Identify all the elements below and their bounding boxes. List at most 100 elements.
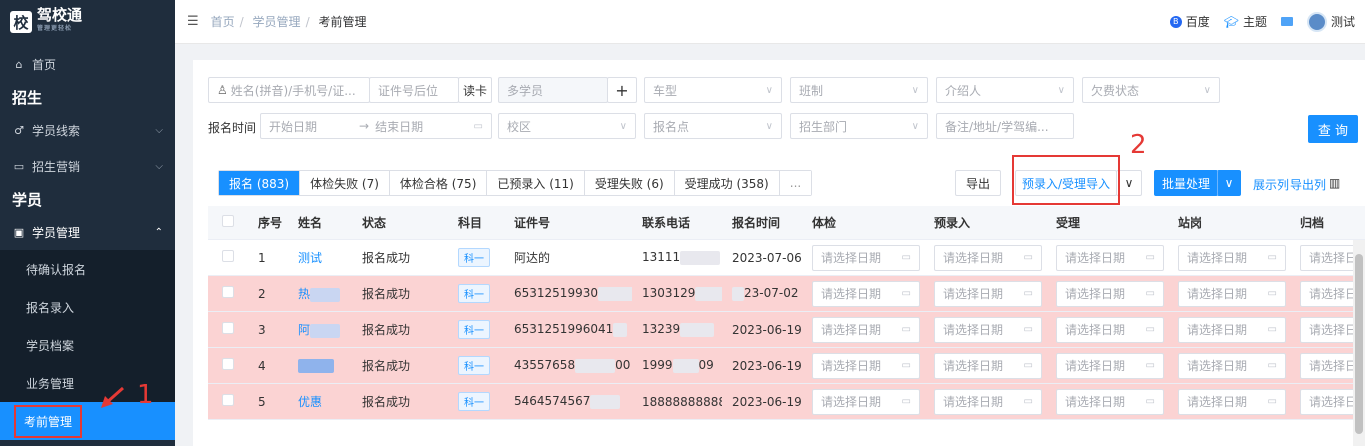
sidebar-sub-pending[interactable]: 待确认报名 — [0, 250, 175, 288]
sidebar-item-leads[interactable]: ♂ 学员线索 ⌵ — [0, 112, 175, 148]
pre-entry-date-picker[interactable]: 请选择日期 ▭ — [934, 280, 1042, 307]
screen-icon — [1280, 17, 1293, 26]
pre-entry-date-picker[interactable]: 请选择日期 ▭ — [934, 388, 1042, 415]
baidu-link[interactable]: B 百度 — [1169, 13, 1210, 30]
tab-pre-entered[interactable]: 已预录入 (11) — [487, 171, 585, 195]
student-name-link[interactable]: 热 — [288, 285, 352, 302]
col-header: 联系电话 — [642, 216, 691, 230]
menu-toggle-icon[interactable]: ☰ — [187, 14, 199, 29]
pre-entry-date-picker[interactable]: 请选择日期 ▭ — [934, 244, 1042, 271]
trash-icon: ▭ — [13, 159, 25, 173]
name-search-input[interactable]: ♙ 姓名(拼音)/手机号/证... — [208, 77, 370, 103]
sidebar-item-home[interactable]: ⌂ 首页 — [0, 46, 175, 82]
multi-student-input[interactable]: 多学员 — [498, 77, 608, 103]
sidebar-item-student-mgmt[interactable]: ▣ 学员管理 ⌃ — [0, 214, 175, 250]
pre-entry-date-picker[interactable]: 请选择日期 ▭ — [934, 316, 1042, 343]
referrer-select[interactable]: 介绍人 ∨ — [936, 77, 1074, 103]
remark-input[interactable]: 备注/地址/学驾编... — [936, 113, 1074, 139]
pre-entry-date-picker[interactable]: 请选择日期 ▭ — [934, 352, 1042, 379]
accept-date-picker[interactable]: 请选择日期 ▭ — [1056, 280, 1164, 307]
post-date-picker[interactable]: 请选择日期 ▭ — [1178, 316, 1286, 343]
tab-signup[interactable]: 报名 (883) — [219, 171, 301, 195]
archive-date-picker[interactable]: 请选择日期 — [1300, 388, 1365, 415]
physical-date-picker[interactable]: 请选择日期 ▭ — [812, 244, 920, 271]
post-date-picker[interactable]: 请选择日期 ▭ — [1178, 244, 1286, 271]
table-row[interactable]: 2 热 报名成功 科一 65312519930 1303129 23-07-02… — [208, 276, 1365, 312]
calendar-icon: ▭ — [1267, 252, 1277, 263]
export-button[interactable]: 导出 — [955, 170, 1001, 196]
post-date-picker[interactable]: 请选择日期 ▭ — [1178, 388, 1286, 415]
fullscreen-button[interactable] — [1280, 17, 1293, 26]
sidebar-sub-archive[interactable]: 学员档案 — [0, 326, 175, 364]
signup-date-range[interactable]: 开始日期 → 结束日期 ▭ — [260, 113, 492, 139]
physical-date-picker[interactable]: 请选择日期 ▭ — [812, 388, 920, 415]
export-columns-link[interactable]: 导出列 — [1290, 176, 1326, 193]
batch-dropdown[interactable]: ∨ — [1217, 170, 1241, 196]
query-button[interactable]: 查 询 — [1308, 115, 1358, 143]
chevron-down-icon: ∨ — [1124, 176, 1134, 190]
sidebar-sub-entry[interactable]: 报名录入 — [0, 288, 175, 326]
logo-badge: 校 — [10, 11, 32, 33]
arrears-select[interactable]: 欠费状态 ∨ — [1082, 77, 1220, 103]
accept-date-picker[interactable]: 请选择日期 ▭ — [1056, 244, 1164, 271]
chevron-down-icon: ∨ — [765, 120, 773, 132]
student-name-link[interactable]: 阿 — [288, 321, 352, 338]
car-type-select[interactable]: 车型 ∨ — [644, 77, 782, 103]
signup-point-select[interactable]: 报名点 ∨ — [644, 113, 782, 139]
post-date-picker[interactable]: 请选择日期 ▭ — [1178, 280, 1286, 307]
table-row[interactable]: 4 报名成功 科一 43557658 00 1999 09 2023-06-19 请… — [208, 348, 1365, 384]
breadcrumb-home[interactable]: 首页 — [211, 15, 235, 29]
archive-date-picker[interactable]: 请选择日期 — [1300, 316, 1365, 343]
row-checkbox[interactable] — [222, 250, 234, 262]
select-all-checkbox[interactable] — [222, 215, 234, 227]
col-header: 报名时间 — [732, 216, 781, 230]
tab-accept-failed[interactable]: 受理失败 (6) — [584, 171, 675, 195]
dept-select[interactable]: 招生部门 ∨ — [790, 113, 928, 139]
post-date-picker[interactable]: 请选择日期 ▭ — [1178, 352, 1286, 379]
user-menu[interactable]: 测试 — [1306, 11, 1355, 32]
table-row[interactable]: 3 阿 报名成功 科一 6531251996041 13239 2023-06-… — [208, 312, 1365, 348]
table-row[interactable]: 5 优惠 报名成功 科一 5464574567 18888888888 2023… — [208, 384, 1365, 420]
table-scrollbar[interactable] — [1353, 240, 1365, 446]
col-header: 证件号 — [514, 216, 551, 230]
tab-accept-success[interactable]: 受理成功 (358) — [674, 171, 780, 195]
physical-date-picker[interactable]: 请选择日期 ▭ — [812, 352, 920, 379]
accept-date-picker[interactable]: 请选择日期 ▭ — [1056, 352, 1164, 379]
batch-button[interactable]: 批量处理 — [1154, 170, 1218, 196]
breadcrumb-student-mgmt[interactable]: 学员管理 — [253, 15, 301, 29]
row-checkbox[interactable] — [222, 286, 234, 298]
theme-button[interactable]: 🎓︎ 主题 — [1224, 13, 1267, 30]
student-name-link[interactable] — [288, 358, 352, 373]
physical-date-picker[interactable]: 请选择日期 ▭ — [812, 316, 920, 343]
accept-date-picker[interactable]: 请选择日期 ▭ — [1056, 388, 1164, 415]
archive-date-picker[interactable]: 请选择日期 — [1300, 244, 1365, 271]
tab-physical-passed[interactable]: 体检合格 (75) — [389, 171, 488, 195]
physical-date-picker[interactable]: 请选择日期 ▭ — [812, 280, 920, 307]
row-checkbox[interactable] — [222, 394, 234, 406]
accept-date-picker[interactable]: 请选择日期 ▭ — [1056, 316, 1164, 343]
annotation-number-1: 1 — [137, 380, 154, 410]
tab-more[interactable]: ... — [779, 171, 812, 195]
calendar-icon: ▭ — [1267, 396, 1277, 407]
table-row[interactable]: 1 测试 报名成功 科一 阿达的 13111 2023-07-06 请选择日期 ▭… — [208, 240, 1365, 276]
class-system-select[interactable]: 班制 ∨ — [790, 77, 928, 103]
read-card-button[interactable]: 读卡 — [458, 77, 492, 103]
student-name-link[interactable]: 测试 — [288, 249, 352, 266]
student-name-link[interactable]: 优惠 — [288, 393, 352, 410]
row-checkbox[interactable] — [222, 358, 234, 370]
show-columns-link[interactable]: 展示列 — [1253, 176, 1289, 193]
calendar-icon: ▭ — [1023, 324, 1033, 335]
chart-icon[interactable]: ▥ — [1329, 176, 1340, 190]
id-tail-input[interactable]: 证件号后位 — [369, 77, 459, 103]
tab-physical-failed[interactable]: 体检失败 (7) — [300, 171, 390, 195]
archive-date-picker[interactable]: 请选择日期 — [1300, 280, 1365, 307]
home-icon: ⌂ — [15, 57, 23, 71]
sidebar-item-marketing[interactable]: ▭ 招生营销 ⌵ — [0, 148, 175, 184]
scrollbar-thumb[interactable] — [1355, 254, 1363, 434]
status-tabs: 报名 (883) 体检失败 (7) 体检合格 (75) 已预录入 (11) 受理… — [218, 170, 813, 196]
add-student-button[interactable]: + — [607, 77, 637, 103]
archive-date-picker[interactable]: 请选择日期 — [1300, 352, 1365, 379]
calendar-icon: ▭ — [1023, 396, 1033, 407]
campus-select[interactable]: 校区 ∨ — [498, 113, 636, 139]
row-checkbox[interactable] — [222, 322, 234, 334]
